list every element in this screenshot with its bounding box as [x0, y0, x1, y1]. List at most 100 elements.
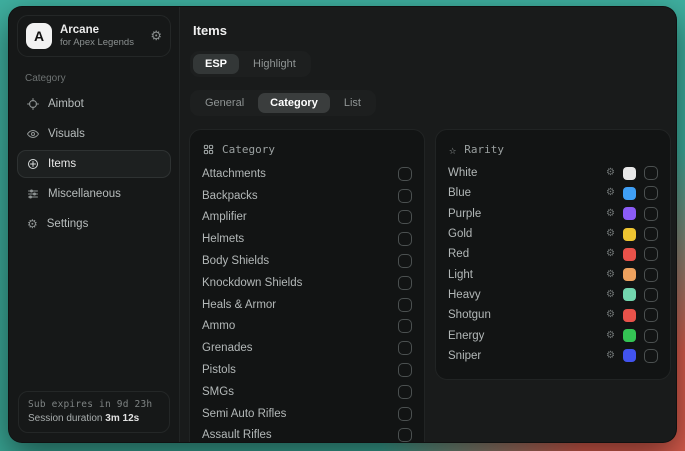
checkbox[interactable]: [644, 227, 658, 241]
category-row-label: Attachments: [202, 168, 266, 180]
sidebar-item-visuals[interactable]: Visuals: [17, 120, 171, 148]
gear-icon[interactable]: ⚙: [606, 209, 615, 219]
checkbox[interactable]: [398, 428, 412, 442]
rarity-panel: ☆ Rarity White ⚙ Blue: [435, 129, 671, 380]
category-row: Knockdown Shields: [202, 272, 412, 294]
gear-icon[interactable]: ⚙: [150, 28, 162, 44]
category-row-label: Heals & Armor: [202, 299, 276, 311]
items-tabs: General Category List: [190, 90, 376, 116]
color-swatch[interactable]: [623, 207, 636, 220]
category-row-label: Backpacks: [202, 190, 258, 202]
color-swatch[interactable]: [623, 268, 636, 281]
sidebar-section-label: Category: [9, 61, 179, 90]
rarity-row-label: Purple: [448, 208, 481, 220]
page-title: Items: [193, 23, 671, 38]
rarity-row-label: Sniper: [448, 350, 481, 362]
checkbox[interactable]: [398, 298, 412, 312]
gear-icon[interactable]: ⚙: [606, 290, 615, 300]
sidebar-item-label: Miscellaneous: [48, 188, 121, 200]
main-content: Items ESP Highlight General Category Lis…: [180, 7, 677, 442]
category-row: Attachments: [202, 163, 412, 185]
esp-highlight-toggle: ESP Highlight: [190, 51, 311, 77]
category-row: Assault Rifles: [202, 425, 412, 443]
checkbox[interactable]: [398, 319, 412, 333]
rarity-row: Energy ⚙: [448, 325, 658, 345]
checkbox[interactable]: [644, 349, 658, 363]
rarity-row-label: Blue: [448, 187, 471, 199]
checkbox[interactable]: [398, 189, 412, 203]
toggle-highlight[interactable]: Highlight: [241, 54, 308, 74]
gear-icon[interactable]: ⚙: [606, 351, 615, 361]
color-swatch[interactable]: [623, 329, 636, 342]
checkbox[interactable]: [644, 247, 658, 261]
color-swatch[interactable]: [623, 187, 636, 200]
gear-icon[interactable]: ⚙: [606, 310, 615, 320]
crosshair-icon: [27, 98, 39, 110]
gear-icon[interactable]: ⚙: [606, 331, 615, 341]
checkbox[interactable]: [644, 207, 658, 221]
target-icon: [27, 158, 39, 170]
category-row: Body Shields: [202, 250, 412, 272]
category-row: Helmets: [202, 228, 412, 250]
gear-icon[interactable]: ⚙: [606, 168, 615, 178]
sidebar-item-miscellaneous[interactable]: Miscellaneous: [17, 180, 171, 208]
rarity-row-label: Red: [448, 248, 469, 260]
app-subtitle: for Apex Legends: [60, 37, 134, 49]
checkbox[interactable]: [644, 288, 658, 302]
sidebar-item-items[interactable]: Items: [17, 150, 171, 178]
category-row-label: SMGs: [202, 386, 234, 398]
gear-icon: ⚙: [27, 218, 38, 230]
color-swatch[interactable]: [623, 309, 636, 322]
star-icon: ☆: [449, 144, 456, 156]
category-row-label: Assault Rifles: [202, 429, 272, 441]
rarity-panel-title: Rarity: [464, 143, 504, 156]
checkbox[interactable]: [398, 210, 412, 224]
color-swatch[interactable]: [623, 349, 636, 362]
gear-icon[interactable]: ⚙: [606, 188, 615, 198]
checkbox[interactable]: [398, 254, 412, 268]
color-swatch[interactable]: [623, 228, 636, 241]
checkbox[interactable]: [398, 276, 412, 290]
checkbox[interactable]: [644, 308, 658, 322]
tab-general[interactable]: General: [193, 93, 256, 113]
color-swatch[interactable]: [623, 288, 636, 301]
checkbox[interactable]: [644, 166, 658, 180]
category-row: Amplifier: [202, 207, 412, 229]
sliders-icon: [27, 188, 39, 200]
checkbox[interactable]: [398, 407, 412, 421]
rarity-row: White ⚙: [448, 163, 658, 183]
category-row-label: Knockdown Shields: [202, 277, 302, 289]
tab-list[interactable]: List: [332, 93, 373, 113]
category-row: Backpacks: [202, 185, 412, 207]
category-row: SMGs: [202, 381, 412, 403]
category-row: Ammo: [202, 316, 412, 338]
sidebar-item-label: Items: [48, 158, 76, 170]
rarity-row: Shotgun ⚙: [448, 305, 658, 325]
toggle-esp[interactable]: ESP: [193, 54, 239, 74]
checkbox[interactable]: [644, 268, 658, 282]
checkbox[interactable]: [644, 329, 658, 343]
gear-icon[interactable]: ⚙: [606, 249, 615, 259]
checkbox[interactable]: [398, 167, 412, 181]
color-swatch[interactable]: [623, 167, 636, 180]
checkbox[interactable]: [644, 186, 658, 200]
session-duration-label: Session duration: [28, 413, 103, 424]
gear-icon[interactable]: ⚙: [606, 229, 615, 239]
rarity-row: Blue ⚙: [448, 183, 658, 203]
rarity-panel-header: ☆ Rarity: [449, 143, 658, 156]
grid-icon: [203, 144, 214, 155]
rarity-row: Purple ⚙: [448, 204, 658, 224]
gear-icon[interactable]: ⚙: [606, 270, 615, 280]
sidebar-item-settings[interactable]: ⚙ Settings: [17, 210, 171, 238]
color-swatch[interactable]: [623, 248, 636, 261]
category-row-label: Body Shields: [202, 255, 269, 267]
checkbox[interactable]: [398, 385, 412, 399]
checkbox[interactable]: [398, 232, 412, 246]
rarity-row: Sniper ⚙: [448, 346, 658, 366]
sidebar-item-label: Settings: [47, 218, 89, 230]
checkbox[interactable]: [398, 363, 412, 377]
sidebar-item-aimbot[interactable]: Aimbot: [17, 90, 171, 118]
checkbox[interactable]: [398, 341, 412, 355]
session-duration-text: Session duration 3m 12s: [28, 413, 160, 424]
tab-category[interactable]: Category: [258, 93, 330, 113]
